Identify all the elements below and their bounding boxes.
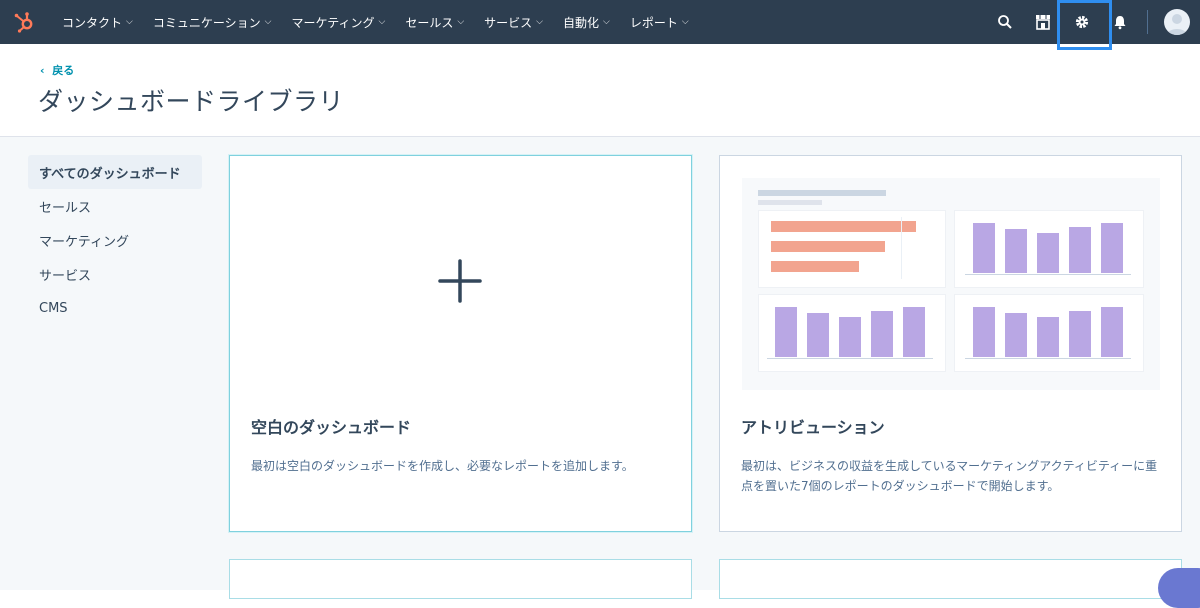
card-title: 空白のダッシュボード bbox=[251, 418, 412, 437]
preview-vbar bbox=[1101, 307, 1123, 357]
preview-axis bbox=[767, 358, 933, 359]
sidebar-item-marketing[interactable]: マーケティング bbox=[28, 223, 202, 257]
hubspot-logo-icon[interactable] bbox=[12, 10, 36, 34]
dashboard-card[interactable] bbox=[719, 559, 1182, 599]
help-chat-button[interactable] bbox=[1158, 568, 1200, 608]
preview-panel-vbars bbox=[954, 294, 1144, 372]
sidebar-item-service[interactable]: サービス bbox=[28, 257, 202, 291]
preview-vbar bbox=[1069, 311, 1091, 357]
sidebar-item-cms[interactable]: CMS bbox=[28, 291, 202, 325]
sidebar-item-label: サービス bbox=[39, 268, 92, 284]
user-avatar[interactable] bbox=[1164, 9, 1190, 35]
nav-item-contacts[interactable]: コンタクト ⌵ bbox=[62, 14, 133, 31]
main-menu: コンタクト ⌵ コミュニケーション ⌵ マーケティング ⌵ セールス ⌵ サービ… bbox=[62, 0, 709, 44]
preview-hbar bbox=[771, 241, 885, 252]
card-title: アトリビューション bbox=[741, 418, 885, 437]
preview-grid-line bbox=[901, 217, 902, 279]
preview-vbar bbox=[1005, 229, 1027, 273]
preview-title-bar bbox=[758, 190, 886, 196]
preview-vbar bbox=[1101, 223, 1123, 273]
preview-vbar bbox=[1069, 227, 1091, 273]
sidebar-item-label: マーケティング bbox=[39, 234, 129, 250]
attribution-dashboard-card[interactable]: アトリビューション 最初は、ビジネスの収益を生成しているマーケティングアクティビ… bbox=[719, 155, 1182, 532]
plus-icon bbox=[438, 259, 482, 303]
nav-item-conversations[interactable]: コミュニケーション ⌵ bbox=[153, 14, 272, 31]
nav-item-label: コンタクト bbox=[62, 15, 123, 30]
preview-vbar bbox=[839, 317, 861, 357]
preview-vbar bbox=[903, 307, 925, 357]
sidebar-item-label: セールス bbox=[39, 200, 92, 216]
nav-item-marketing[interactable]: マーケティング ⌵ bbox=[291, 14, 385, 31]
nav-item-label: 自動化 bbox=[563, 15, 600, 30]
preview-vbar bbox=[1037, 317, 1059, 357]
nav-item-label: サービス bbox=[484, 15, 533, 30]
preview-panel-hbars bbox=[758, 210, 946, 288]
nav-item-service[interactable]: サービス ⌵ bbox=[484, 14, 543, 31]
page-title: ダッシュボードライブラリ bbox=[38, 87, 345, 116]
preview-hbar bbox=[771, 221, 916, 232]
preview-vbar bbox=[775, 307, 797, 357]
chevron-down-icon: ⌵ bbox=[264, 17, 272, 27]
nav-item-automation[interactable]: 自動化 ⌵ bbox=[563, 14, 610, 31]
chevron-down-icon: ⌵ bbox=[126, 17, 133, 27]
card-description: 最初は空白のダッシュボードを作成し、必要なレポートを追加します。 bbox=[251, 459, 634, 473]
preview-vbar bbox=[871, 311, 893, 357]
search-icon[interactable] bbox=[995, 12, 1015, 32]
notifications-icon[interactable] bbox=[1110, 12, 1130, 32]
nav-item-reports[interactable]: レポート ⌵ bbox=[630, 14, 689, 31]
sidebar-item-label: すべてのダッシュボード bbox=[39, 166, 181, 182]
chevron-down-icon: ⌵ bbox=[457, 17, 465, 27]
preview-vbar bbox=[807, 313, 829, 357]
preview-vbar bbox=[1005, 313, 1027, 357]
preview-vbar bbox=[973, 223, 995, 273]
card-description: 最初は、ビジネスの収益を生成しているマーケティングアクティビティーに重点を置いた… bbox=[741, 459, 1158, 493]
preview-panel-vbars bbox=[758, 294, 946, 372]
dashboard-preview-image bbox=[742, 178, 1160, 390]
preview-axis bbox=[965, 358, 1131, 359]
dashboard-card[interactable] bbox=[229, 559, 692, 599]
top-navigation: コンタクト ⌵ コミュニケーション ⌵ マーケティング ⌵ セールス ⌵ サービ… bbox=[0, 0, 1200, 50]
nav-item-label: コミュニケーション bbox=[152, 15, 261, 30]
back-label: 戻る bbox=[52, 64, 75, 77]
preview-vbar bbox=[1037, 233, 1059, 273]
preview-hbar bbox=[771, 261, 859, 272]
preview-panel-vbars bbox=[954, 210, 1144, 288]
nav-divider bbox=[1147, 10, 1148, 34]
marketplace-icon[interactable] bbox=[1033, 12, 1053, 32]
nav-item-label: マーケティング bbox=[291, 15, 375, 30]
chevron-left-icon: ‹ bbox=[40, 64, 45, 77]
preview-subtitle-bar bbox=[758, 200, 822, 205]
back-link[interactable]: ‹ 戻る bbox=[40, 62, 74, 78]
chevron-down-icon: ⌵ bbox=[681, 17, 689, 27]
chevron-down-icon: ⌵ bbox=[603, 17, 610, 27]
sidebar-item-all-dashboards[interactable]: すべてのダッシュボード bbox=[28, 155, 202, 189]
sidebar-item-label: CMS bbox=[39, 300, 68, 316]
chevron-down-icon: ⌵ bbox=[378, 17, 386, 27]
preview-vbar bbox=[973, 307, 995, 357]
blank-dashboard-card[interactable]: 空白のダッシュボード 最初は空白のダッシュボードを作成し、必要なレポートを追加し… bbox=[229, 155, 692, 532]
settings-icon[interactable] bbox=[1072, 12, 1092, 32]
preview-axis bbox=[965, 274, 1131, 275]
sidebar-item-sales[interactable]: セールス bbox=[28, 189, 202, 223]
nav-item-label: セールス bbox=[405, 15, 454, 30]
nav-item-sales[interactable]: セールス ⌵ bbox=[405, 14, 464, 31]
chevron-down-icon: ⌵ bbox=[536, 17, 543, 27]
nav-item-label: レポート bbox=[629, 15, 678, 30]
